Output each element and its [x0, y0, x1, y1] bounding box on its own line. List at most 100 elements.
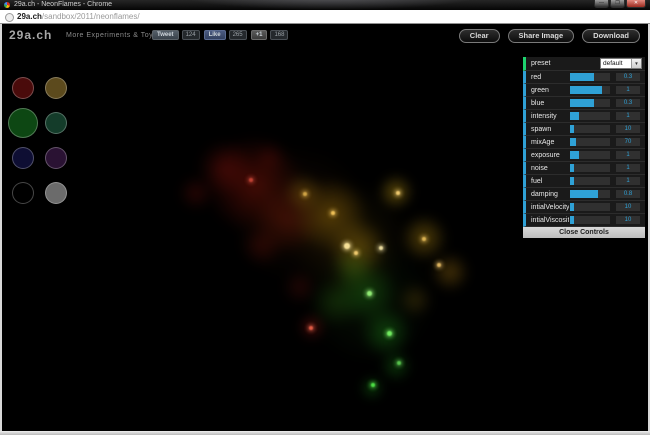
- flame-spark: [422, 237, 426, 241]
- color-swatch[interactable]: [12, 182, 34, 204]
- flame-spark: [367, 291, 372, 296]
- slider-track[interactable]: [570, 190, 610, 198]
- slider-value[interactable]: 70: [616, 138, 640, 146]
- social-button[interactable]: Tweet 124: [152, 30, 200, 40]
- slider-value[interactable]: 1: [616, 86, 640, 94]
- slider-fill: [570, 190, 598, 198]
- window-border-bottom: [0, 431, 650, 435]
- flame-spark: [249, 178, 253, 182]
- slider-label: exposure: [531, 149, 569, 162]
- minimize-button[interactable]: —: [594, 0, 609, 8]
- social-button-label[interactable]: Tweet: [152, 30, 179, 40]
- swatch-cell: [6, 105, 39, 140]
- slider-track[interactable]: [570, 86, 610, 94]
- gui-slider-row: red 0.3: [523, 71, 645, 84]
- social-count-badge: 265: [229, 30, 247, 40]
- slider-track[interactable]: [570, 151, 610, 159]
- url-bar[interactable]: 29a.ch/sandbox/2011/neonflames/: [0, 10, 650, 24]
- controls-panel: preset default ▼ red 0.3 green 1 blue: [523, 57, 645, 238]
- slider-value[interactable]: 10: [616, 203, 640, 211]
- slider-value[interactable]: 0.3: [616, 73, 640, 81]
- slider-fill: [570, 73, 594, 81]
- gui-slider-row: spawn 10: [523, 123, 645, 136]
- close-button[interactable]: ✕: [626, 0, 646, 8]
- social-button[interactable]: +1 168: [251, 30, 289, 40]
- slider-value[interactable]: 1: [616, 177, 640, 185]
- action-button[interactable]: Share Image: [508, 29, 575, 43]
- slider-track[interactable]: [570, 216, 610, 224]
- slider-label: damping: [531, 188, 569, 201]
- slider-value[interactable]: 10: [616, 125, 640, 133]
- slider-fill: [570, 112, 579, 120]
- swatch-cell: [39, 105, 72, 140]
- slider-value[interactable]: 10: [616, 216, 640, 224]
- slider-track[interactable]: [570, 112, 610, 120]
- url-text[interactable]: 29a.ch/sandbox/2011/neonflames/: [17, 12, 140, 21]
- gui-slider-row: mixAge 70: [523, 136, 645, 149]
- social-count-badge: 168: [270, 30, 288, 40]
- flame-spark: [309, 326, 313, 330]
- slider-track[interactable]: [570, 164, 610, 172]
- flame-spark: [344, 243, 350, 249]
- chevron-down-icon[interactable]: ▼: [631, 59, 641, 68]
- gui-slider-row: damping 0.8: [523, 188, 645, 201]
- site-tagline: More Experiments & Toys: [66, 32, 157, 39]
- slider-value[interactable]: 1: [616, 151, 640, 159]
- slider-label: green: [531, 84, 569, 97]
- gui-slider-row: intialVelocity 10: [523, 201, 645, 214]
- maximize-button[interactable]: ❐: [610, 0, 625, 8]
- color-swatch[interactable]: [8, 108, 38, 138]
- site-logo[interactable]: 29a.ch: [9, 28, 52, 42]
- slider-fill: [570, 216, 574, 224]
- color-swatch[interactable]: [45, 147, 67, 169]
- social-button[interactable]: Like 265: [204, 30, 247, 40]
- slider-value[interactable]: 0.8: [616, 190, 640, 198]
- preset-select[interactable]: default ▼: [600, 58, 642, 69]
- swatch-cell: [39, 140, 72, 175]
- slider-label: red: [531, 71, 569, 84]
- color-swatch[interactable]: [45, 77, 67, 99]
- action-button[interactable]: Download: [582, 29, 640, 43]
- gui-slider-row: fuel 1: [523, 175, 645, 188]
- slider-track[interactable]: [570, 125, 610, 133]
- browser-window: 29a.ch - NeonFlames - Chrome — ❐ ✕ 29a.c…: [0, 0, 650, 435]
- color-palette: [6, 70, 72, 210]
- social-buttons: Tweet 124 Like 265 +1 168: [152, 30, 288, 40]
- social-button-label[interactable]: Like: [204, 30, 226, 40]
- color-swatch[interactable]: [12, 147, 34, 169]
- close-controls-button[interactable]: Close Controls: [523, 227, 645, 238]
- swatch-cell: [39, 175, 72, 210]
- color-swatch[interactable]: [45, 112, 67, 134]
- gui-slider-row: blue 0.3: [523, 97, 645, 110]
- window-controls: — ❐ ✕: [594, 0, 646, 8]
- gui-slider-row: green 1: [523, 84, 645, 97]
- slider-track[interactable]: [570, 138, 610, 146]
- slider-track[interactable]: [570, 99, 610, 107]
- slider-track[interactable]: [570, 73, 610, 81]
- flame-spark: [354, 251, 358, 255]
- flame-spark: [397, 361, 401, 365]
- swatch-cell: [6, 175, 39, 210]
- social-button-label[interactable]: +1: [251, 30, 268, 40]
- slider-label: noise: [531, 162, 569, 175]
- action-button[interactable]: Clear: [459, 29, 500, 43]
- color-swatch[interactable]: [12, 77, 34, 99]
- url-domain: 29a.ch: [17, 12, 42, 21]
- slider-label: mixAge: [531, 136, 569, 149]
- slider-fill: [570, 177, 574, 185]
- slider-label: intialViscosity: [531, 214, 569, 227]
- slider-track[interactable]: [570, 203, 610, 211]
- flame-spark: [379, 246, 383, 250]
- gui-slider-row: noise 1: [523, 162, 645, 175]
- preset-label: preset: [531, 57, 569, 70]
- color-swatch[interactable]: [45, 182, 67, 204]
- slider-value[interactable]: 0.3: [616, 99, 640, 107]
- slider-fill: [570, 99, 594, 107]
- slider-track[interactable]: [570, 177, 610, 185]
- flame-spark: [396, 191, 400, 195]
- swatch-cell: [6, 70, 39, 105]
- slider-value[interactable]: 1: [616, 112, 640, 120]
- slider-value[interactable]: 1: [616, 164, 640, 172]
- slider-fill: [570, 138, 576, 146]
- slider-fill: [570, 125, 574, 133]
